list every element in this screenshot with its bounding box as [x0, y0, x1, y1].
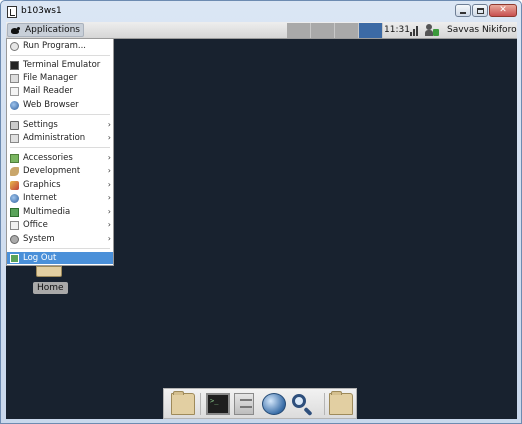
submenu-arrow-icon: ›: [107, 234, 111, 243]
menu-separator: [10, 248, 110, 249]
menu-item-graphics[interactable]: Graphics ›: [7, 179, 113, 191]
submenu-arrow-icon: ›: [107, 166, 111, 175]
menu-item-development[interactable]: Development ›: [7, 165, 113, 177]
home-folder-label[interactable]: Home: [33, 282, 68, 294]
top-panel: Applications 11:31 Savvas Nikiforou: [6, 22, 517, 39]
folder-icon[interactable]: [171, 391, 195, 415]
menu-item-internet[interactable]: Internet ›: [7, 192, 113, 204]
folder-icon[interactable]: [329, 391, 353, 415]
dock-separator: [200, 393, 201, 415]
menu-item-web-browser[interactable]: Web Browser: [7, 99, 113, 111]
office-icon: [10, 220, 19, 230]
window-titlebar[interactable]: b103ws1 ✕: [1, 1, 521, 23]
accessories-icon: [10, 153, 19, 163]
web-browser-icon: [10, 100, 19, 110]
menu-item-run-program[interactable]: Run Program...: [7, 40, 113, 52]
minimize-icon: [460, 12, 466, 14]
workspace-3[interactable]: [335, 23, 359, 38]
minimize-button[interactable]: [455, 4, 471, 17]
menu-item-multimedia[interactable]: Multimedia ›: [7, 206, 113, 218]
terminal-icon: [10, 60, 19, 70]
administration-icon: [10, 133, 19, 143]
logout-icon: [10, 253, 19, 263]
xfce-mouse-icon: [10, 26, 22, 35]
file-cabinet-icon[interactable]: [234, 393, 254, 415]
vnc-window: b103ws1 ✕ Applications 11:31 Savvas Niki…: [0, 0, 522, 424]
workspace-4[interactable]: [359, 23, 383, 38]
submenu-arrow-icon: ›: [107, 120, 111, 129]
menu-item-terminal-emulator[interactable]: Terminal Emulator: [7, 59, 113, 71]
menu-item-log-out[interactable]: Log Out: [7, 252, 113, 264]
menu-separator: [10, 55, 110, 56]
submenu-arrow-icon: ›: [107, 180, 111, 189]
user-icon[interactable]: [425, 24, 439, 37]
development-icon: [10, 166, 19, 176]
submenu-arrow-icon: ›: [107, 133, 111, 142]
remote-desktop[interactable]: Applications 11:31 Savvas Nikiforou Run …: [6, 22, 517, 419]
menu-item-accessories[interactable]: Accessories ›: [7, 152, 113, 164]
vnc-viewer-icon: [7, 6, 17, 18]
maximize-button[interactable]: [472, 4, 488, 17]
menu-item-system[interactable]: System ›: [7, 233, 113, 245]
multimedia-icon: [10, 207, 19, 217]
submenu-arrow-icon: ›: [107, 153, 111, 162]
close-button[interactable]: ✕: [489, 4, 517, 17]
internet-icon: [10, 193, 19, 203]
submenu-arrow-icon: ›: [107, 207, 111, 216]
settings-icon: [10, 120, 19, 130]
applications-menu-button[interactable]: Applications: [7, 23, 84, 37]
applications-label: Applications: [25, 25, 80, 35]
dock-separator: [324, 393, 325, 415]
search-icon[interactable]: [291, 393, 315, 417]
close-icon: ✕: [499, 5, 507, 15]
menu-separator: [10, 114, 110, 115]
graphics-icon: [10, 180, 19, 190]
submenu-arrow-icon: ›: [107, 193, 111, 202]
home-folder-icon[interactable]: [36, 266, 62, 278]
system-icon: [10, 234, 19, 244]
submenu-arrow-icon: ›: [107, 220, 111, 229]
workspace-1[interactable]: [287, 23, 311, 38]
menu-item-mail-reader[interactable]: Mail Reader: [7, 85, 113, 97]
menu-item-office[interactable]: Office ›: [7, 219, 113, 231]
web-browser-icon[interactable]: [262, 393, 286, 415]
applications-menu: Run Program... Terminal Emulator File Ma…: [6, 39, 114, 266]
file-manager-icon: [10, 73, 19, 83]
menu-separator: [10, 147, 110, 148]
terminal-icon[interactable]: [206, 393, 230, 415]
workspace-2[interactable]: [311, 23, 335, 38]
menu-item-settings[interactable]: Settings ›: [7, 119, 113, 131]
menu-item-administration[interactable]: Administration ›: [7, 132, 113, 144]
bottom-dock: [163, 388, 357, 419]
panel-clock[interactable]: 11:31: [384, 25, 410, 35]
mail-icon: [10, 86, 19, 96]
network-icon[interactable]: [410, 24, 420, 36]
menu-item-file-manager[interactable]: File Manager: [7, 72, 113, 84]
run-icon: [10, 41, 19, 51]
username-label[interactable]: Savvas Nikiforou: [447, 25, 517, 35]
window-title: b103ws1: [21, 6, 62, 16]
maximize-icon: [476, 7, 484, 14]
